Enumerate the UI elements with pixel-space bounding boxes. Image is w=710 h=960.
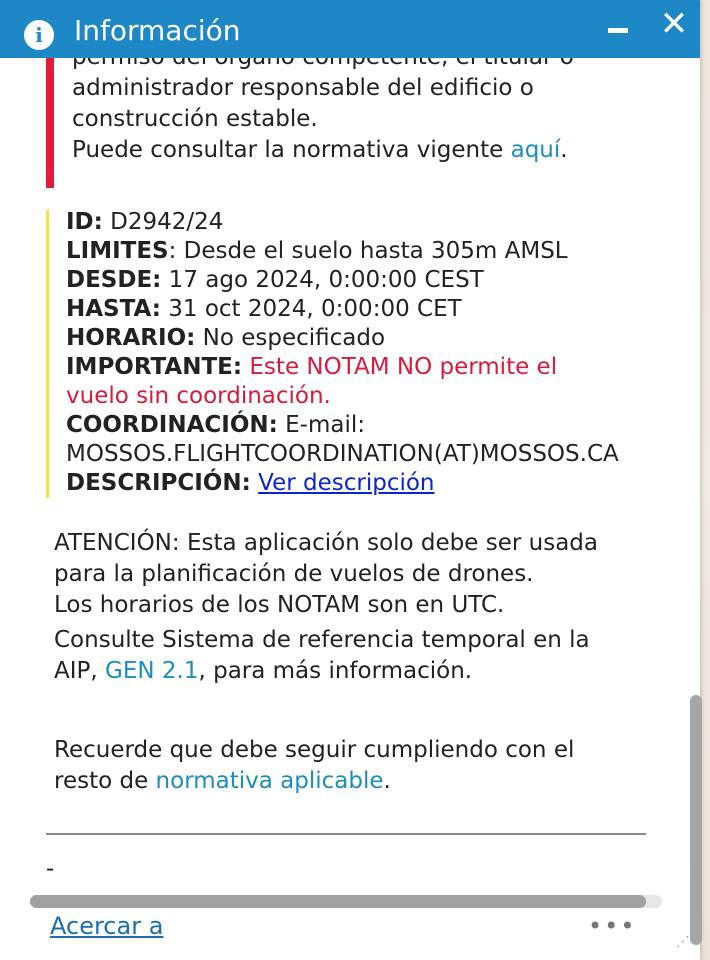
attention-text: resto de bbox=[54, 768, 156, 794]
close-button[interactable]: ✕ bbox=[656, 6, 692, 42]
attention-notice: ATENCIÓN: Esta aplicación solo debe ser … bbox=[54, 528, 654, 797]
vertical-scrollbar-thumb[interactable] bbox=[690, 695, 702, 945]
more-options-icon[interactable]: ••• bbox=[588, 912, 636, 940]
field-label: IMPORTANTE: bbox=[66, 354, 243, 380]
field-value: : Desde el suelo hasta 305m AMSL bbox=[168, 238, 568, 264]
attention-line: Los horarios de los NOTAM son en UTC. bbox=[54, 592, 505, 618]
notice-line: administrador responsable del edificio o bbox=[72, 75, 534, 101]
info-icon: i bbox=[24, 20, 54, 50]
notice-text: . bbox=[560, 137, 568, 163]
zoom-to-link[interactable]: Acercar a bbox=[50, 912, 163, 940]
attention-line: Consulte Sistema de referencia temporal … bbox=[54, 627, 590, 653]
notam-id: ID: D2942/24 bbox=[66, 208, 666, 237]
normativa-aplicable-link[interactable]: normativa aplicable bbox=[156, 768, 384, 794]
attention-line: para la planificación de vuelos de drone… bbox=[54, 561, 534, 587]
warning-text: Este NOTAM NO permite el bbox=[242, 354, 558, 380]
attention-line: Recuerde que debe seguir cumpliendo con … bbox=[54, 737, 575, 763]
notice-line: construcción estable. bbox=[72, 106, 318, 132]
minimize-button[interactable] bbox=[608, 28, 628, 33]
notam-hasta: HASTA: 31 oct 2024, 0:00:00 CET bbox=[66, 295, 666, 324]
normativa-link[interactable]: aquí bbox=[511, 137, 561, 163]
field-value: E-mail: bbox=[277, 412, 366, 438]
notam-importante-cont: vuelo sin coordinación. bbox=[66, 383, 331, 409]
notam-details: ID: D2942/24 LIMITES: Desde el suelo has… bbox=[66, 208, 666, 498]
field-label: LIMITES bbox=[66, 238, 169, 264]
attention-line: AIP, GEN 2.1, para más información. bbox=[54, 656, 654, 687]
notam-email: MOSSOS.FLIGHTCOORDINATION(AT)MOSSOS.CA bbox=[66, 441, 619, 467]
notice-text: Puede consultar la normativa vigente bbox=[72, 137, 511, 163]
field-value: 17 ago 2024, 0:00:00 CEST bbox=[161, 267, 484, 293]
red-notice-text: permiso del órgano competente, el titula… bbox=[72, 58, 672, 166]
notam-descripcion: DESCRIPCIÓN: Ver descripción bbox=[66, 469, 666, 498]
info-popup: i Información ✕ permiso del órgano compe… bbox=[0, 0, 702, 960]
attention-text: . bbox=[383, 768, 391, 794]
notam-desde: DESDE: 17 ago 2024, 0:00:00 CEST bbox=[66, 266, 666, 295]
notam-importante: IMPORTANTE: Este NOTAM NO permite el bbox=[66, 353, 666, 382]
field-value: D2942/24 bbox=[102, 209, 224, 235]
field-value: No especificado bbox=[195, 325, 386, 351]
notam-coordinacion: COORDINACIÓN: E-mail: bbox=[66, 411, 666, 440]
popup-content: permiso del órgano competente, el titula… bbox=[0, 58, 690, 898]
field-label: HASTA: bbox=[66, 296, 161, 322]
horizontal-scrollbar-thumb[interactable] bbox=[30, 895, 646, 908]
notice-line: Puede consultar la normativa vigente aqu… bbox=[72, 135, 672, 166]
attention-text: AIP, bbox=[54, 658, 106, 684]
field-label: DESDE: bbox=[66, 267, 162, 293]
field-value: 31 oct 2024, 0:00:00 CET bbox=[160, 296, 462, 322]
divider bbox=[46, 833, 646, 835]
gen-link[interactable]: GEN 2.1 bbox=[105, 658, 198, 684]
notam-horario: HORARIO: No especificado bbox=[66, 324, 666, 353]
ver-descripcion-link[interactable]: Ver descripción bbox=[258, 470, 434, 496]
attention-text: , para más información. bbox=[198, 658, 473, 684]
notam-limites: LIMITES: Desde el suelo hasta 305m AMSL bbox=[66, 237, 666, 266]
attention-line: ATENCIÓN: Esta aplicación solo debe ser … bbox=[54, 530, 598, 556]
field-label: DESCRIPCIÓN: bbox=[66, 470, 251, 496]
resize-handle-icon[interactable]: ⋰ bbox=[676, 934, 700, 958]
popup-title: Información bbox=[74, 14, 241, 47]
dash-text: - bbox=[46, 856, 55, 882]
cut-line: permiso del órgano competente, el titula… bbox=[72, 58, 672, 73]
attention-line: resto de normativa aplicable. bbox=[54, 766, 654, 797]
field-label: HORARIO: bbox=[66, 325, 196, 351]
field-label: ID: bbox=[66, 209, 103, 235]
popup-header: i Información ✕ bbox=[0, 0, 700, 58]
field-label: COORDINACIÓN: bbox=[66, 412, 278, 438]
